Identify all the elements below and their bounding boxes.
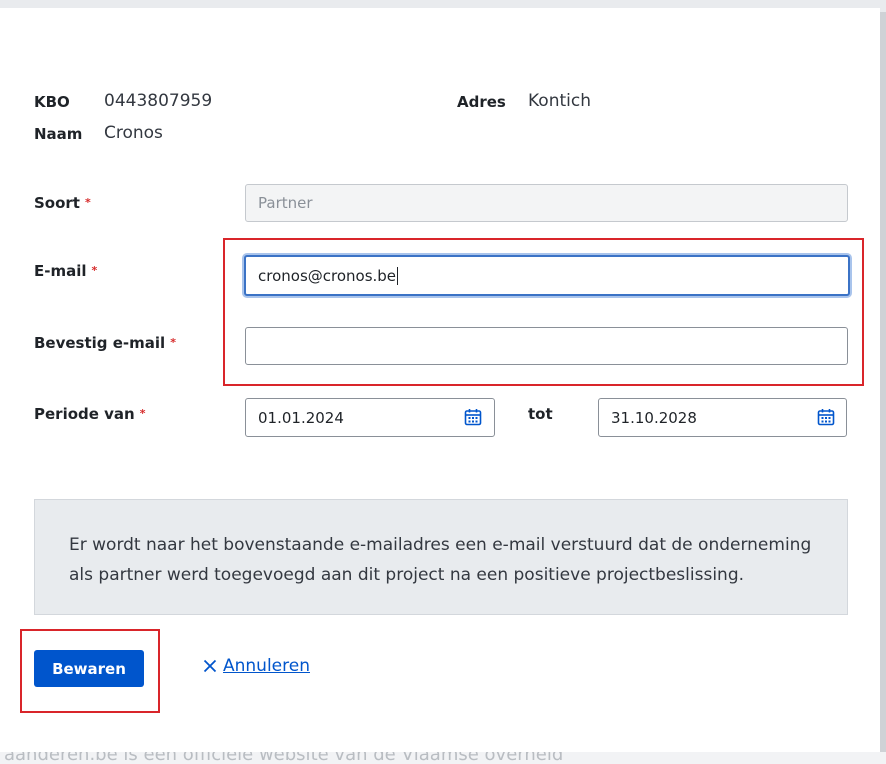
info-line-2: als partner werd toegevoegd aan dit proj…: [69, 565, 745, 585]
kbo-value: 0443807959: [104, 91, 213, 111]
soort-label: Soort *: [34, 194, 91, 212]
naam-label: Naam: [34, 125, 83, 143]
cancel-label: Annuleren: [223, 656, 310, 676]
required-marker: *: [91, 264, 98, 277]
periode-to-value: 31.10.2028: [611, 408, 697, 427]
adres-label: Adres: [457, 93, 506, 111]
highlight-email-fields: [223, 238, 864, 386]
footer-text: aanderen.be is een officiële website van…: [4, 752, 564, 764]
soort-value: Partner: [258, 194, 313, 212]
periode-from-input[interactable]: 01.01.2024: [245, 398, 495, 437]
highlight-save-button: [20, 629, 160, 713]
calendar-icon[interactable]: [464, 408, 482, 426]
required-marker: *: [170, 336, 176, 349]
calendar-icon[interactable]: [817, 408, 835, 426]
periode-from-value: 01.01.2024: [258, 408, 344, 427]
confirm-email-label: Bevestig e-mail *: [34, 334, 176, 352]
periode-label: Periode van *: [34, 405, 146, 423]
email-label: E-mail *: [34, 262, 98, 280]
naam-value: Cronos: [104, 123, 163, 143]
add-partner-modal: KBO 0443807959 Naam Cronos Adres Kontich…: [0, 8, 880, 752]
soort-field: Partner: [245, 184, 848, 222]
kbo-label: KBO: [34, 93, 70, 111]
periode-to-input[interactable]: 31.10.2028: [598, 398, 847, 437]
info-message: Er wordt naar het bovenstaande e-mailadr…: [34, 499, 848, 615]
required-marker: *: [139, 407, 146, 420]
required-marker: *: [84, 196, 91, 209]
tot-label: tot: [528, 405, 553, 423]
background-footer: aanderen.be is een officiële website van…: [0, 752, 886, 764]
info-line-1: Er wordt naar het bovenstaande e-mailadr…: [69, 535, 812, 555]
cancel-link[interactable]: Annuleren: [203, 656, 310, 676]
adres-value: Kontich: [528, 91, 591, 111]
close-icon: [203, 659, 217, 673]
